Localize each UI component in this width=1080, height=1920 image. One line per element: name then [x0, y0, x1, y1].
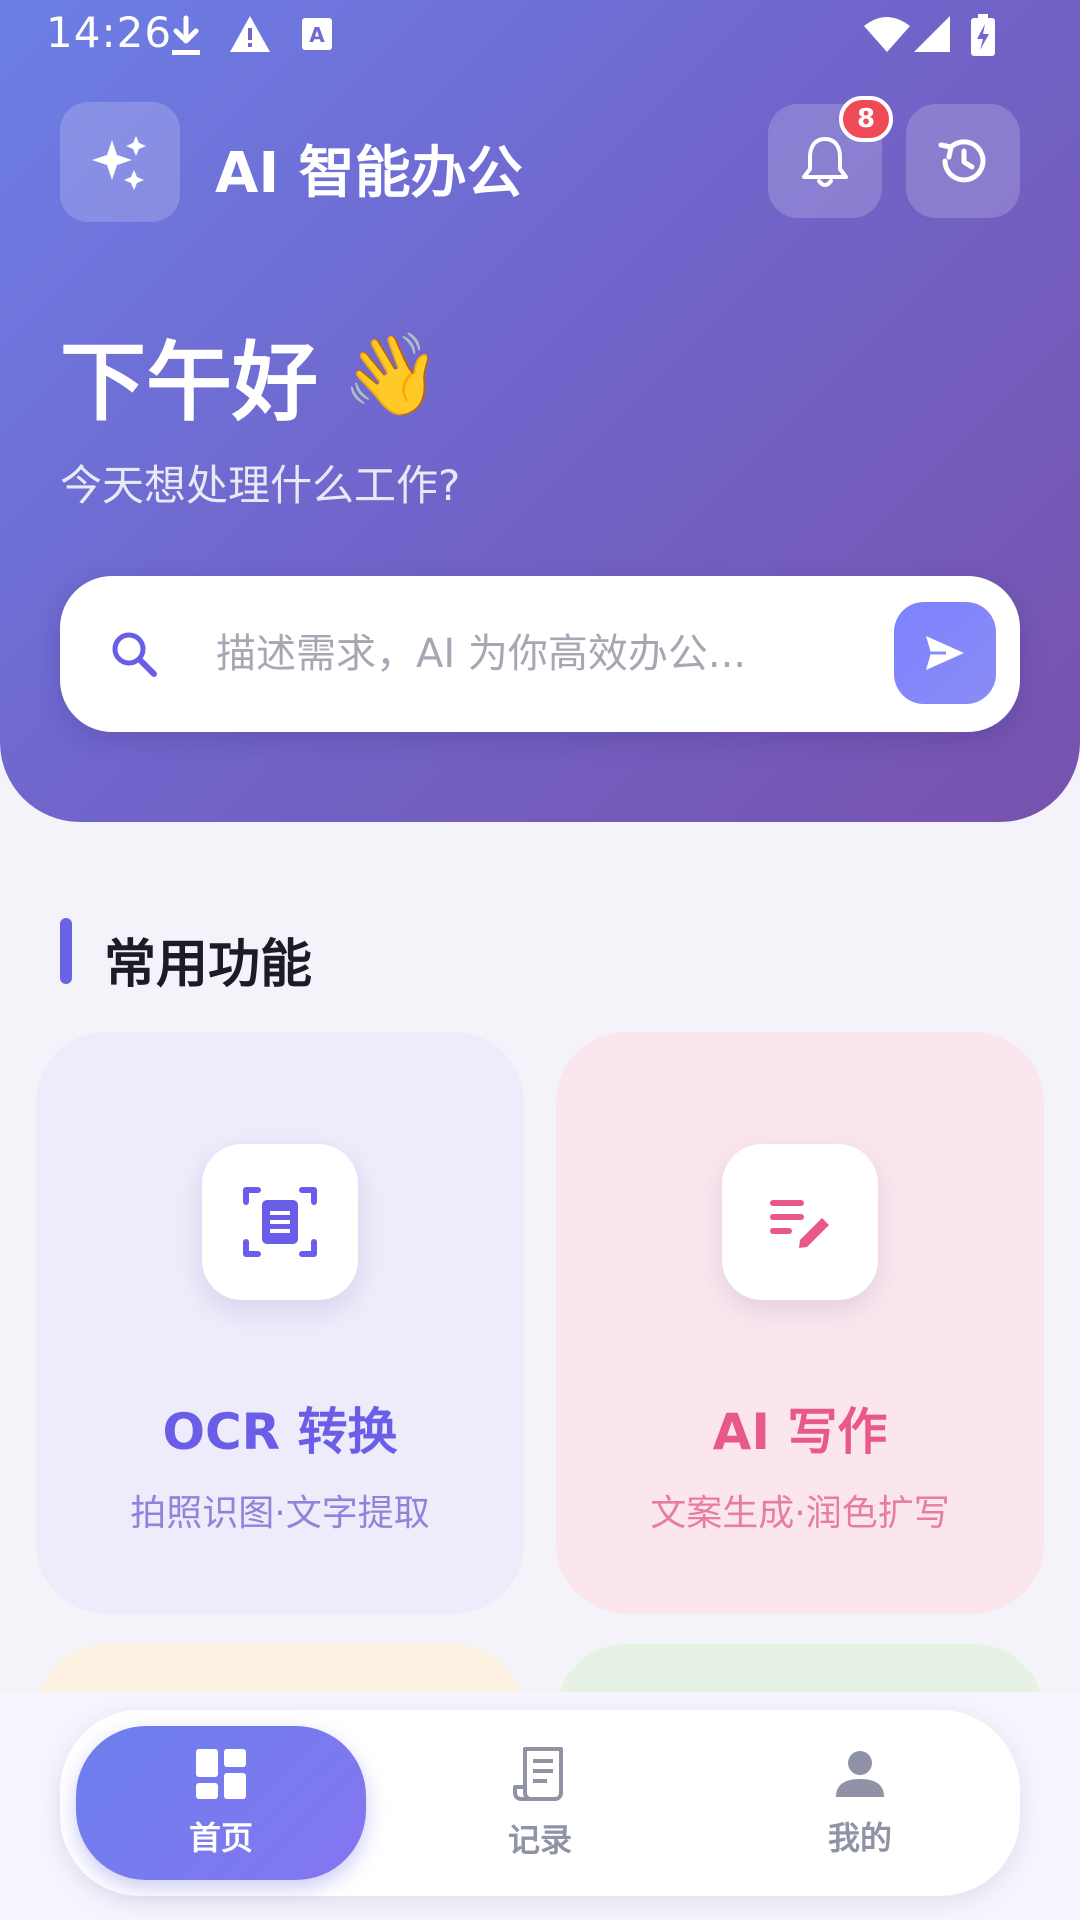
feature-title: OCR 转换	[162, 1403, 398, 1461]
receipt-icon	[513, 1747, 563, 1801]
nav-label: 首页	[188, 1819, 253, 1857]
history-button[interactable]	[906, 104, 1020, 218]
ai-writing-icon-box	[722, 1144, 878, 1300]
warning-icon	[230, 16, 270, 52]
signal-icon	[914, 16, 950, 52]
feature-desc: 文案生成·润色扩写	[650, 1493, 950, 1534]
greeting-subtitle: 今天想处理什么工作?	[60, 461, 461, 510]
keyboard-a-icon: A	[302, 18, 332, 50]
home-screen: 14:26 A AI 智能办公 8 下午好 👋 今天想处理什么工作? 描述需求，…	[0, 0, 1080, 1920]
document-scan-icon	[243, 1187, 317, 1257]
app-logo	[60, 102, 180, 222]
waving-hand-icon: 👋	[342, 327, 442, 421]
person-icon	[836, 1751, 884, 1797]
dashboard-icon	[196, 1749, 246, 1799]
sparkle-icon	[92, 136, 146, 190]
search-input[interactable]	[216, 620, 796, 688]
search-icon	[112, 632, 157, 677]
ocr-icon-box	[202, 1144, 358, 1300]
battery-charging-icon	[971, 14, 995, 56]
send-icon	[926, 636, 964, 670]
nav-item-profile[interactable]: 我的	[715, 1726, 1005, 1880]
nav-item-records[interactable]: 记录	[395, 1726, 685, 1880]
section-title: 常用功能	[104, 935, 313, 995]
status-bar: 14:26 A	[0, 0, 1080, 72]
edit-note-icon	[770, 1200, 829, 1248]
history-icon	[938, 139, 986, 183]
feature-card-ai-writing[interactable]: AI 写作 文案生成·润色扩写	[556, 1032, 1044, 1614]
nav-label: 记录	[507, 1821, 572, 1859]
feature-card-ocr[interactable]: OCR 转换 拍照识图·文字提取	[36, 1032, 524, 1614]
bell-icon	[802, 137, 848, 187]
svg-text:A: A	[309, 23, 325, 47]
wifi-icon	[864, 17, 910, 52]
feature-desc: 拍照识图·文字提取	[130, 1493, 430, 1534]
nav-label: 我的	[827, 1819, 892, 1857]
status-time: 14:26	[46, 8, 173, 57]
nav-item-home[interactable]: 首页	[76, 1726, 366, 1880]
search-box	[60, 576, 1020, 732]
greeting: 下午好 👋	[60, 312, 442, 437]
feature-title: AI 写作	[712, 1403, 888, 1461]
greeting-text: 下午好	[60, 333, 318, 433]
bottom-nav: 首页 记录 我的	[60, 1710, 1020, 1896]
download-icon	[172, 15, 200, 55]
app-title: AI 智能办公	[215, 141, 523, 206]
notification-badge: 8	[839, 96, 893, 142]
send-button[interactable]	[894, 602, 996, 704]
section-accent-bar	[60, 918, 72, 984]
